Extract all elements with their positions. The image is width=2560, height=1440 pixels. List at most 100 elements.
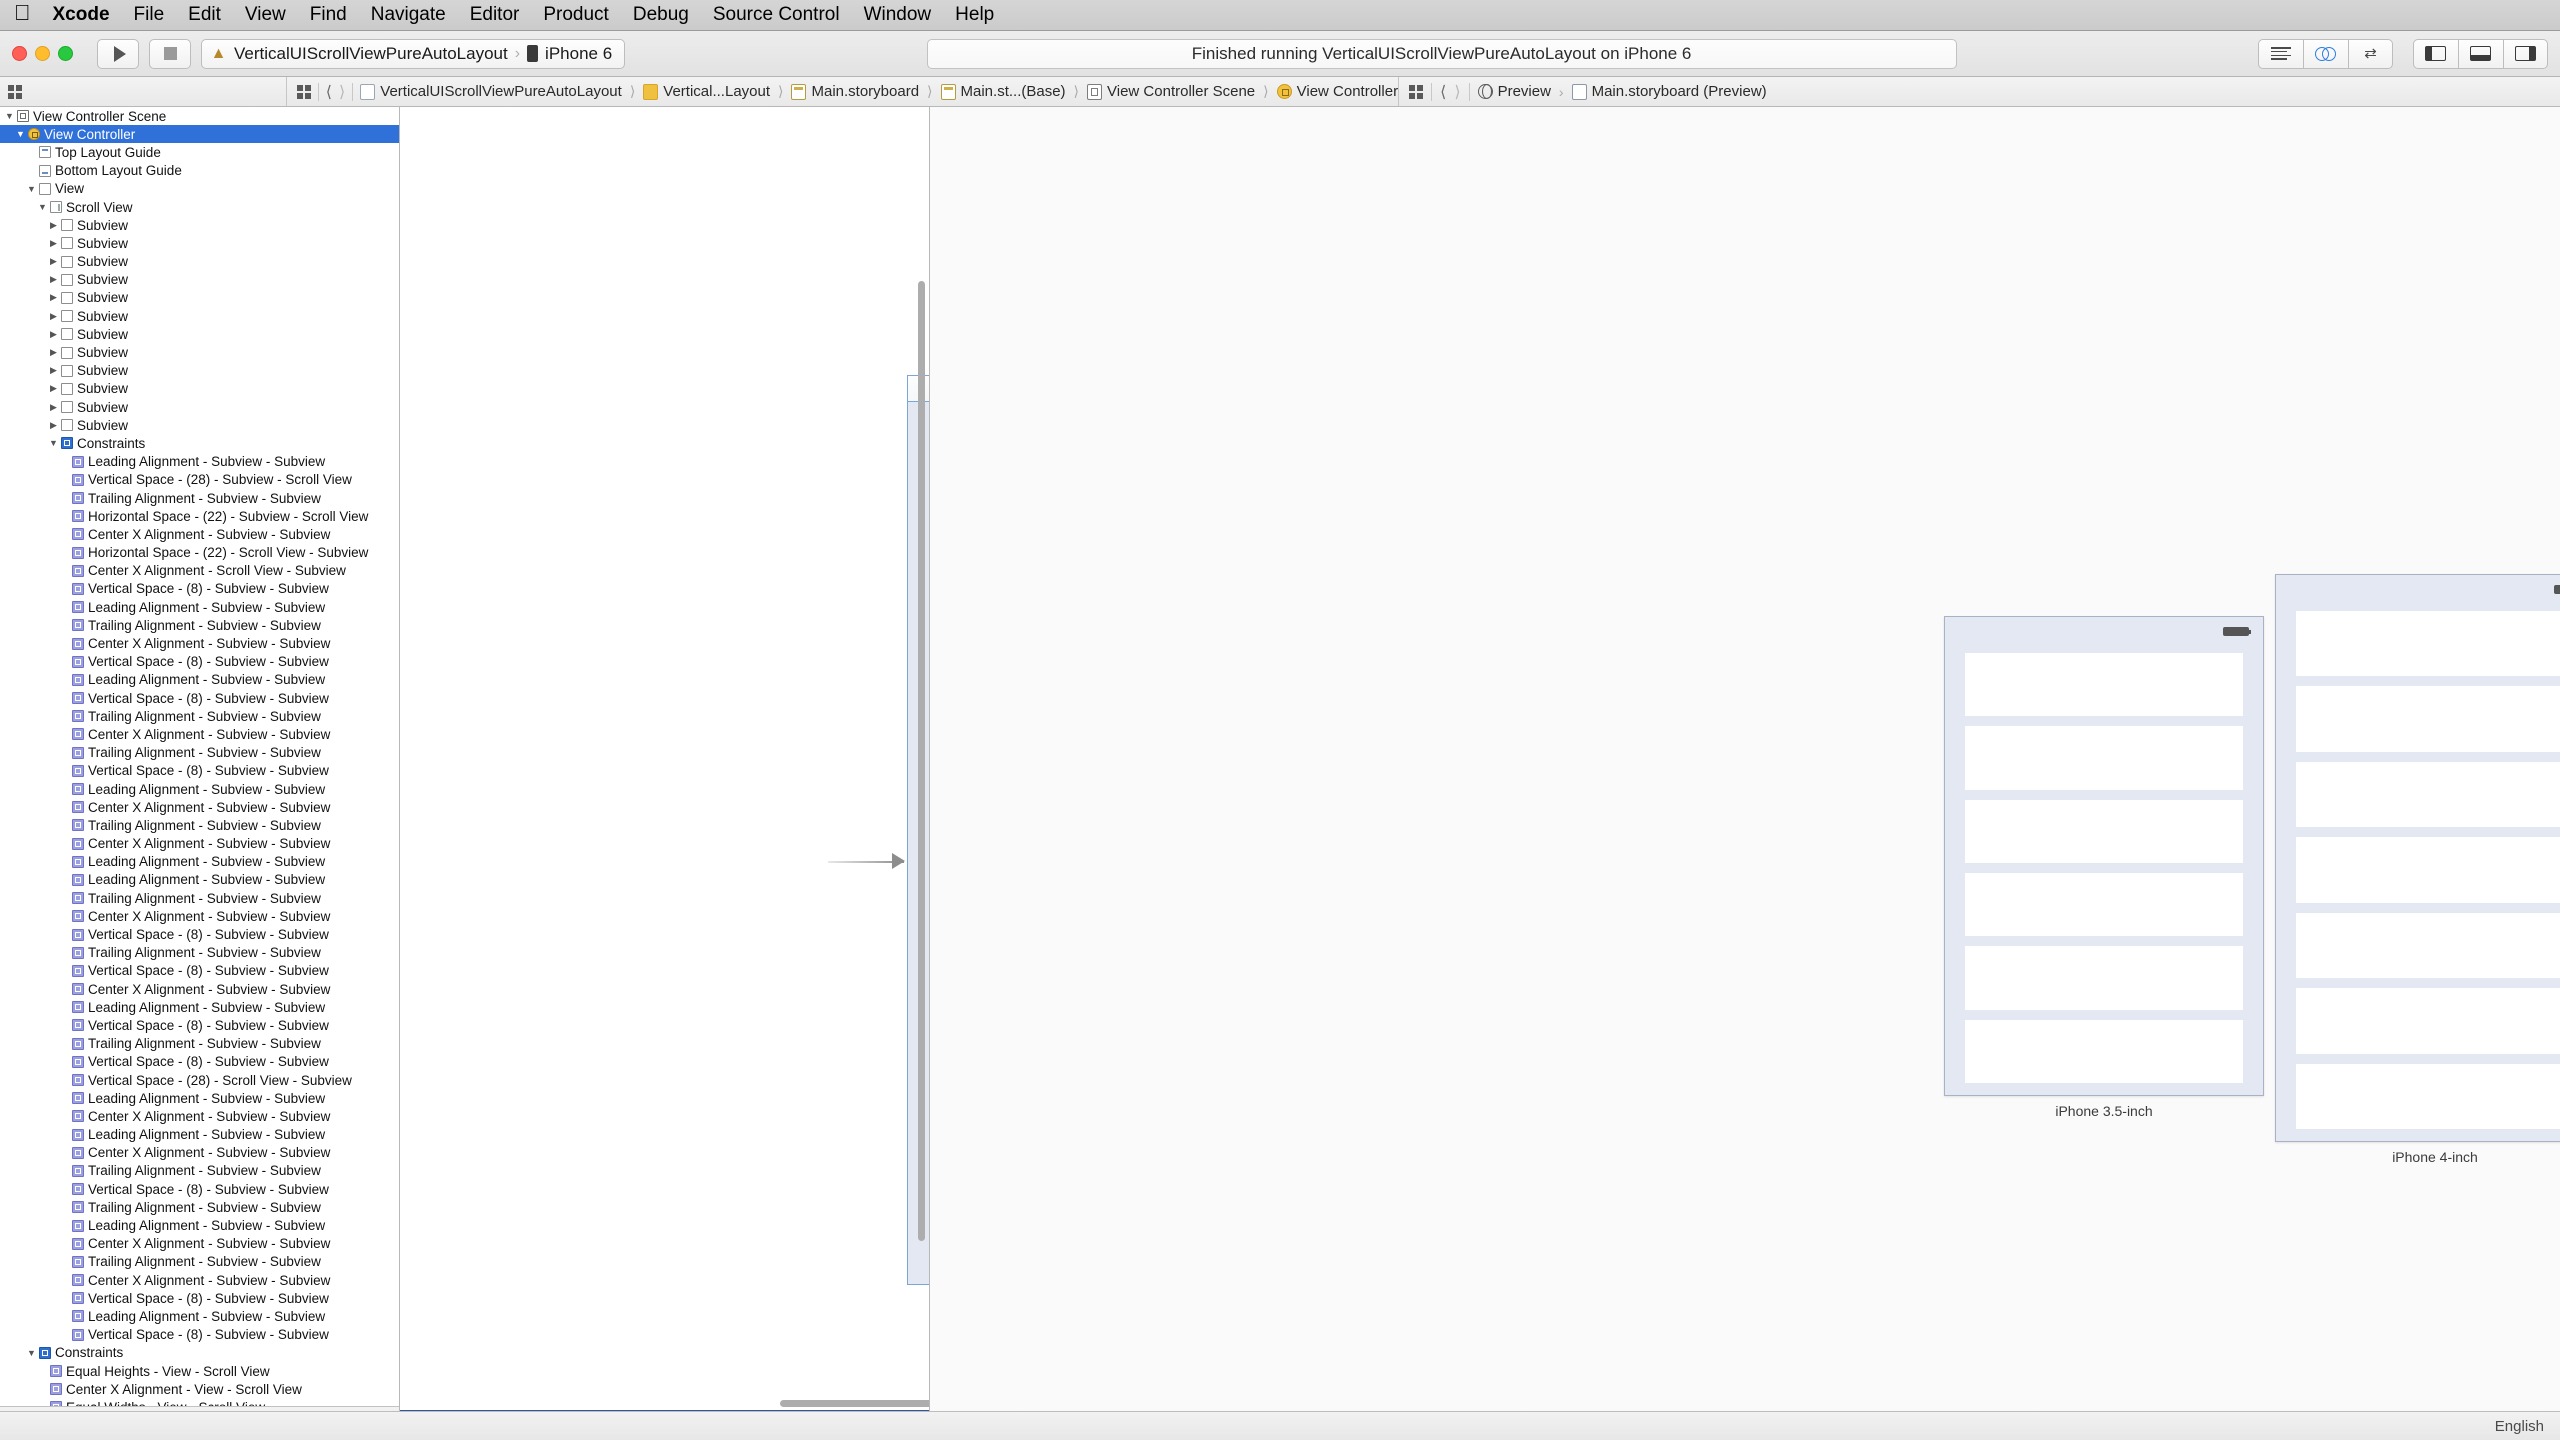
tree-row[interactable]: Leading Alignment - Subview - Subview [0, 780, 399, 798]
tree-row[interactable]: Trailing Alignment - Subview - Subview [0, 616, 399, 634]
tree-row[interactable]: Trailing Alignment - Subview - Subview [0, 744, 399, 762]
close-window-button[interactable] [12, 46, 27, 61]
menu-item-help[interactable]: Help [955, 4, 994, 26]
tree-row[interactable]: Vertical Space - (28) - Scroll View - Su… [0, 1071, 399, 1089]
localization-language[interactable]: English [400, 1418, 2560, 1435]
minimize-window-button[interactable] [35, 46, 50, 61]
tree-row[interactable]: Trailing Alignment - Subview - Subview [0, 816, 399, 834]
preview-frame[interactable] [1944, 616, 2264, 1096]
tree-row[interactable]: Center X Alignment - Subview - Subview [0, 835, 399, 853]
tree-row[interactable]: Trailing Alignment - Subview - Subview [0, 1198, 399, 1216]
breadcrumb-item-base[interactable]: Main.st...(Base) [961, 83, 1066, 100]
disclosure-closed-icon[interactable]: ▶ [48, 256, 59, 267]
tree-row[interactable]: ▶ Subview [0, 343, 399, 361]
tree-row[interactable]: Trailing Alignment - Subview - Subview [0, 889, 399, 907]
preview-related-items-icon[interactable] [1409, 84, 1424, 99]
disclosure-closed-icon[interactable]: ▶ [48, 238, 59, 249]
disclosure-closed-icon[interactable]: ▶ [48, 274, 59, 285]
tree-row[interactable]: Center X Alignment - Subview - Subview [0, 634, 399, 652]
preview-frame[interactable] [2275, 574, 2560, 1142]
menu-item-source-control[interactable]: Source Control [713, 4, 840, 26]
disclosure-open-icon[interactable]: ▼ [48, 438, 59, 448]
menu-item-navigate[interactable]: Navigate [371, 4, 446, 26]
tree-row[interactable]: Leading Alignment - Subview - Subview [0, 1216, 399, 1234]
tree-row[interactable]: Equal Heights - View - Scroll View [0, 1362, 399, 1380]
tree-row[interactable]: Center X Alignment - Subview - Subview [0, 1235, 399, 1253]
tree-row[interactable]: ▼ View [0, 180, 399, 198]
preview-breadcrumb-item-preview[interactable]: Preview [1498, 83, 1551, 100]
version-editor-button[interactable]: ⇄ [2347, 38, 2393, 69]
breadcrumb-item-view-controller[interactable]: View Controller [1297, 83, 1398, 100]
tree-row[interactable]: Leading Alignment - Subview - Subview [0, 853, 399, 871]
tree-row[interactable]: ▶ Subview [0, 216, 399, 234]
menu-item-window[interactable]: Window [864, 4, 932, 26]
tree-row[interactable]: ▼ Constraints [0, 434, 399, 452]
tree-row[interactable]: Bottom Layout Guide [0, 162, 399, 180]
preview-pane[interactable]: iPhone 3.5-inch iPhone 4-inch iPhone 4.7… [930, 107, 2560, 1440]
navigator-toggle-button[interactable] [2412, 38, 2458, 69]
breadcrumb-item-storyboard[interactable]: Main.storyboard [811, 83, 919, 100]
menu-item-debug[interactable]: Debug [633, 4, 689, 26]
tree-row[interactable]: Center X Alignment - Subview - Subview [0, 980, 399, 998]
tree-row[interactable]: ▶ Subview [0, 362, 399, 380]
zoom-window-button[interactable] [58, 46, 73, 61]
tree-row[interactable]: ▼ Constraints [0, 1344, 399, 1362]
tree-row[interactable]: ▶ Subview [0, 271, 399, 289]
go-back-button[interactable]: ⟨ [326, 82, 332, 102]
preview-device-0[interactable]: iPhone 3.5-inch [1944, 616, 2264, 1119]
disclosure-open-icon[interactable]: ▼ [15, 129, 26, 139]
tree-row[interactable]: Center X Alignment - Subview - Subview [0, 1107, 399, 1125]
tree-row[interactable]: ▶ Subview [0, 289, 399, 307]
menu-item-view[interactable]: View [245, 4, 286, 26]
disclosure-open-icon[interactable]: ▼ [26, 1348, 37, 1358]
scheme-selector[interactable]: ▲ VerticalUIScrollViewPureAutoLayout › i… [201, 38, 626, 69]
tree-row[interactable]: ▶ Subview [0, 416, 399, 434]
related-items-icon[interactable] [296, 84, 311, 99]
breadcrumb-item-scene[interactable]: View Controller Scene [1107, 83, 1255, 100]
tree-row[interactable]: Vertical Space - (8) - Subview - Subview [0, 689, 399, 707]
assistant-editor-button[interactable] [2302, 38, 2348, 69]
preview-go-back-button[interactable]: ⟨ [1440, 82, 1446, 102]
apple-logo-icon[interactable]:  [14, 2, 31, 24]
tree-row[interactable]: Top Layout Guide [0, 143, 399, 161]
tree-row[interactable]: Leading Alignment - Subview - Subview [0, 871, 399, 889]
disclosure-closed-icon[interactable]: ▶ [48, 365, 59, 376]
tree-row[interactable]: Trailing Alignment - Subview - Subview [0, 489, 399, 507]
tree-row[interactable]: Vertical Space - (8) - Subview - Subview [0, 1016, 399, 1034]
tree-row[interactable]: Leading Alignment - Subview - Subview [0, 1089, 399, 1107]
tree-row[interactable]: Vertical Space - (8) - Subview - Subview [0, 653, 399, 671]
tree-row[interactable]: ▼ View Controller Scene [0, 107, 399, 125]
tree-row[interactable]: Vertical Space - (8) - Subview - Subview [0, 1180, 399, 1198]
disclosure-closed-icon[interactable]: ▶ [48, 347, 59, 358]
standard-editor-button[interactable] [2257, 38, 2303, 69]
preview-breadcrumb-item-document[interactable]: Main.storyboard (Preview) [1592, 83, 1767, 100]
disclosure-open-icon[interactable]: ▼ [4, 111, 15, 121]
tree-row[interactable]: Trailing Alignment - Subview - Subview [0, 1035, 399, 1053]
tree-row[interactable]: ▶ Subview [0, 234, 399, 252]
menu-item-find[interactable]: Find [310, 4, 347, 26]
tree-row[interactable]: Vertical Space - (8) - Subview - Subview [0, 580, 399, 598]
run-button[interactable] [97, 38, 139, 69]
tree-row[interactable]: Horizontal Space - (22) - Subview - Scro… [0, 507, 399, 525]
tree-row[interactable]: Vertical Space - (8) - Subview - Subview [0, 762, 399, 780]
disclosure-closed-icon[interactable]: ▶ [48, 420, 59, 431]
tree-row[interactable]: Center X Alignment - Subview - Subview [0, 798, 399, 816]
tree-row[interactable]: ▶ Subview [0, 325, 399, 343]
document-outline-tree[interactable]: ▼ View Controller Scene ▼ View Controller To… [0, 107, 399, 1406]
tree-row[interactable]: Vertical Space - (28) - Subview - Scroll… [0, 471, 399, 489]
tree-row[interactable]: Trailing Alignment - Subview - Subview [0, 1253, 399, 1271]
tree-row[interactable]: Leading Alignment - Subview - Subview [0, 671, 399, 689]
tree-row[interactable]: Trailing Alignment - Subview - Subview [0, 1162, 399, 1180]
canvas-horizontal-scrollbar[interactable] [780, 1400, 929, 1407]
disclosure-open-icon[interactable]: ▼ [26, 184, 37, 194]
disclosure-open-icon[interactable]: ▼ [37, 202, 48, 212]
tree-row[interactable]: Center X Alignment - Subview - Subview [0, 725, 399, 743]
tree-row[interactable]: Leading Alignment - Subview - Subview [0, 1126, 399, 1144]
preview-go-forward-button[interactable]: ⟩ [1454, 82, 1460, 102]
canvas-vertical-scrollbar[interactable] [918, 281, 925, 1241]
tree-row[interactable]: ▶ Subview [0, 380, 399, 398]
tree-row[interactable]: ▶ Subview [0, 253, 399, 271]
tree-row[interactable]: Center X Alignment - View - Scroll View [0, 1380, 399, 1398]
tree-row[interactable]: Trailing Alignment - Subview - Subview [0, 707, 399, 725]
tree-row[interactable]: Vertical Space - (8) - Subview - Subview [0, 1289, 399, 1307]
